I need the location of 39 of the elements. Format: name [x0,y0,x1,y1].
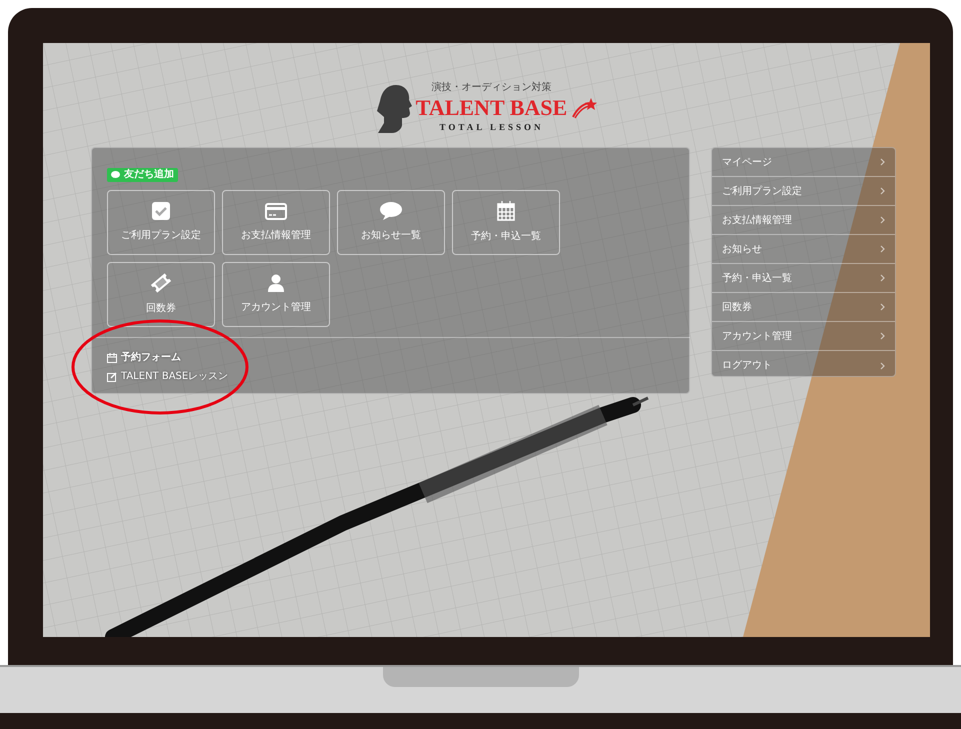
menu-item[interactable]: お支払情報管理 [712,206,895,235]
logo-subtitle: TOTAL LESSON [440,123,544,132]
shooting-star-icon [571,96,598,118]
chat-bubble-icon [111,171,120,179]
menu-tile[interactable]: ご利用プラン設定 [107,190,215,255]
chevron-right-icon [880,187,885,195]
logo-tagline: 演技・オーディション対策 [431,83,552,93]
chevron-right-icon [880,362,885,370]
menu-tile[interactable]: 予約・申込一覧 [452,190,560,255]
logo-wordmark: TALENT BASE [416,97,568,119]
menu-tile[interactable]: お知らせ一覧 [337,190,445,255]
ticket-icon [150,273,172,293]
chevron-right-icon [880,332,885,340]
menu-tile[interactable]: 回数券 [107,262,215,327]
menu-item[interactable]: 予約・申込一覧 [712,264,895,293]
menu-item[interactable]: 回数券 [712,293,895,322]
add-friend-button[interactable]: 友だち追加 [107,168,178,182]
chevron-right-icon [880,274,885,282]
form-link[interactable]: TALENT BASEレッスン [121,369,228,384]
chevron-right-icon [880,303,885,311]
chevron-right-icon [880,158,885,166]
calendar-icon [497,201,515,221]
menu-tile[interactable]: お支払情報管理 [222,190,330,255]
chevron-right-icon [880,216,885,224]
calendar-icon [107,352,117,362]
menu-item[interactable]: アカウント管理 [712,322,895,351]
menu-tile[interactable]: アカウント管理 [222,262,330,327]
section-heading: 予約フォーム [121,350,181,365]
edit-icon [107,372,117,382]
head-silhouette-icon [376,82,412,132]
menu-item[interactable]: お知らせ [712,235,895,264]
person-icon [268,274,284,292]
menu-item[interactable]: ログアウト [712,351,895,380]
menu-item[interactable]: マイページ [712,148,895,177]
menu-item[interactable]: ご利用プラン設定 [712,177,895,206]
chevron-right-icon [880,245,885,253]
check-square-icon [152,202,170,220]
speech-bubble-icon [380,202,402,220]
credit-card-icon [265,202,287,220]
